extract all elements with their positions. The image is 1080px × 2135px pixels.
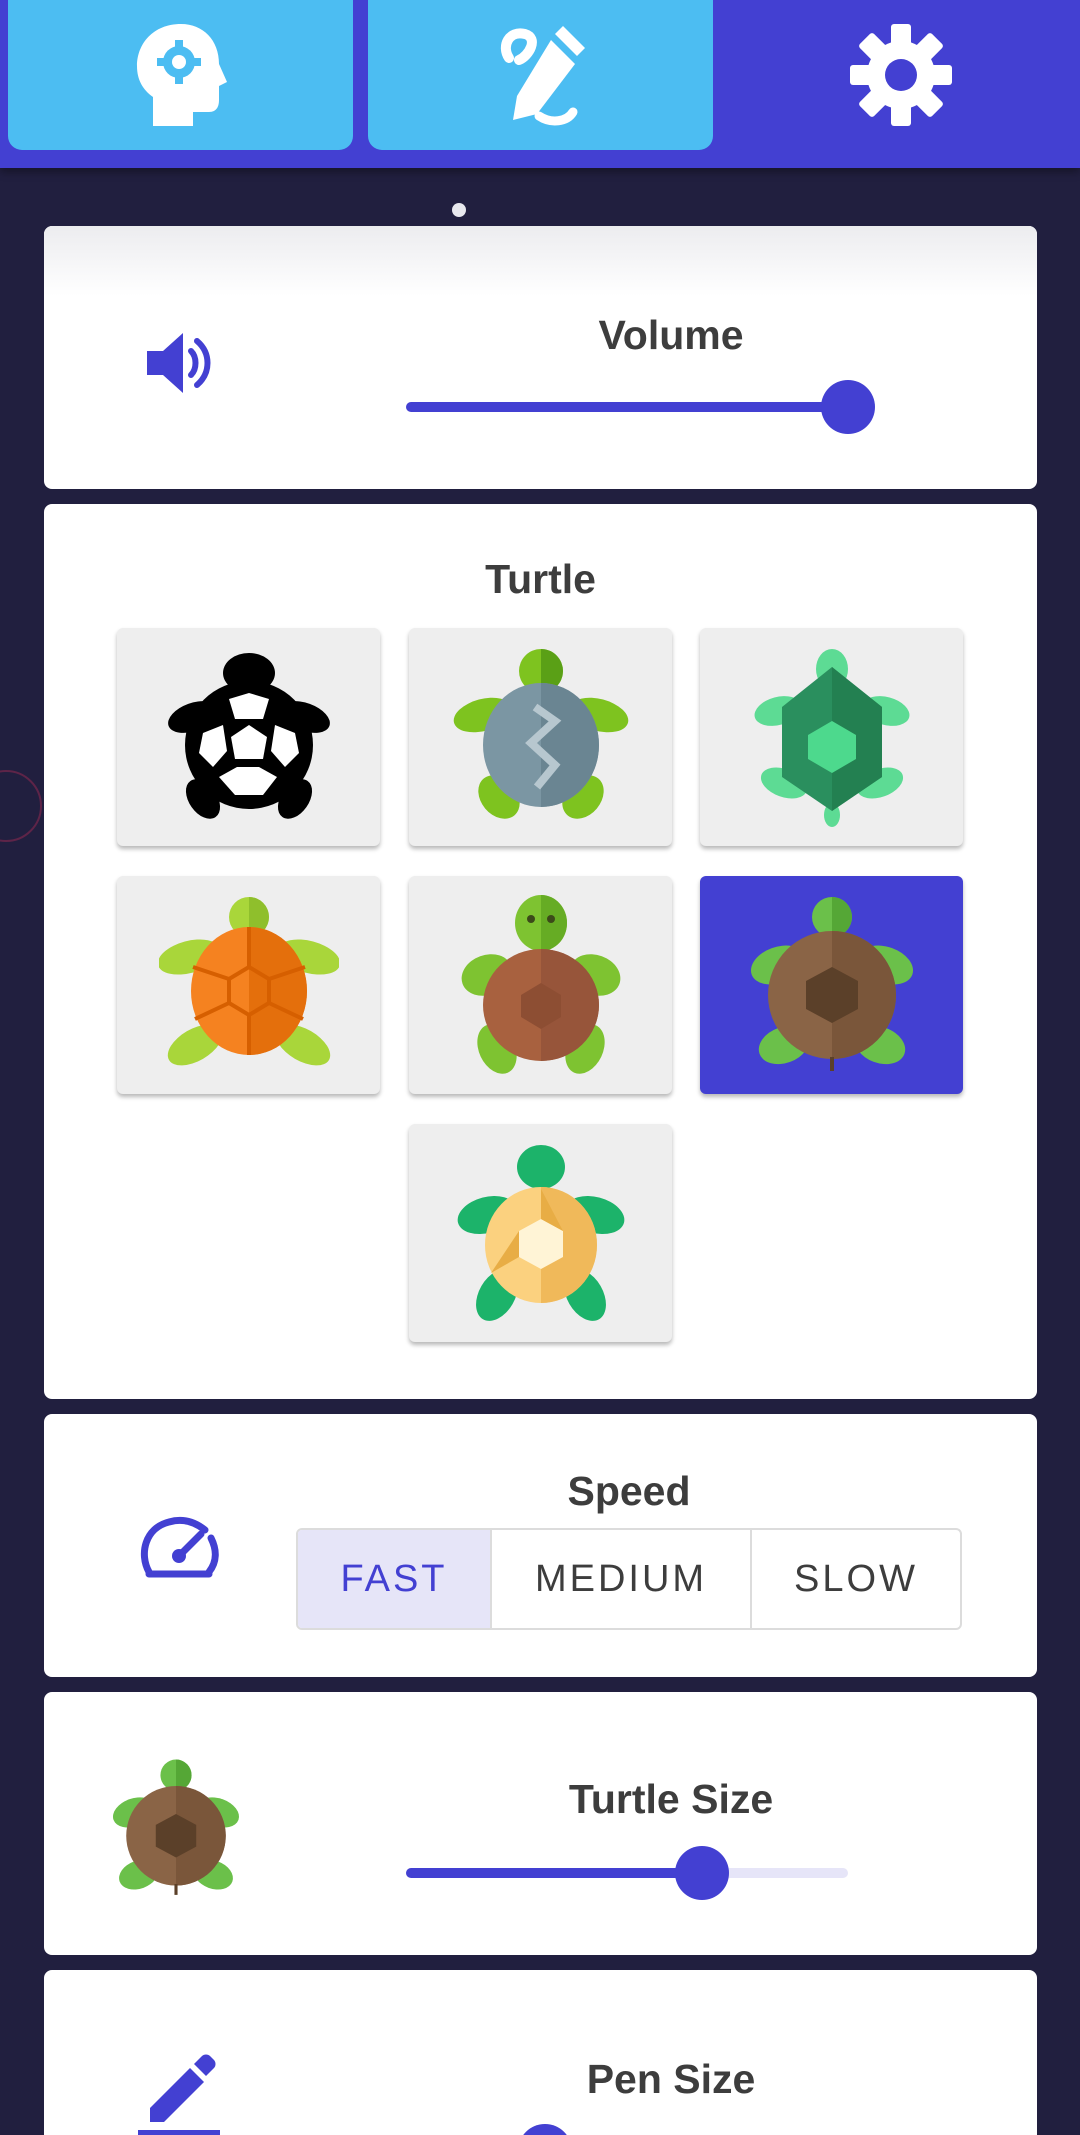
page-indicator-dot [452, 203, 466, 217]
turtle-brown-light-icon [461, 895, 620, 1074]
volume-slider[interactable] [406, 380, 875, 434]
pencil-draw-icon [500, 26, 585, 126]
volume-icon [134, 318, 224, 408]
turtle-option-yellow-shell[interactable] [409, 1124, 672, 1342]
tab-settings[interactable] [728, 0, 1073, 150]
volume-slider-fill [406, 402, 848, 412]
turtle-brown-dark-icon [750, 897, 913, 1071]
speed-title: Speed [567, 1468, 691, 1514]
tab-draw[interactable] [368, 0, 713, 150]
decorative-ring [0, 770, 42, 842]
speed-fast-button[interactable]: FAST [298, 1530, 492, 1628]
turtle-yellow-icon [457, 1145, 624, 1321]
speedometer-icon [134, 1504, 224, 1594]
turtle-green-icon [754, 649, 909, 827]
pen-size-card: Pen Size [44, 1970, 1037, 2135]
tab-mind[interactable] [8, 0, 353, 150]
turtle-size-slider-fill [406, 1868, 703, 1878]
turtle-size-title: Turtle Size [568, 1776, 774, 1822]
gear-icon [849, 24, 952, 126]
speed-segmented-control: FAST MEDIUM SLOW [296, 1528, 962, 1630]
turtle-option-brown-light[interactable] [409, 876, 672, 1094]
speed-slow-button[interactable]: SLOW [752, 1530, 960, 1628]
speed-card: Speed FAST MEDIUM SLOW [44, 1414, 1037, 1677]
top-tab-bar [0, 0, 1080, 168]
turtle-title: Turtle [485, 556, 596, 602]
turtle-option-brown-dark[interactable] [700, 876, 963, 1094]
turtle-size-slider-thumb[interactable] [675, 1846, 730, 1900]
volume-card: Volume [44, 226, 1037, 489]
pen-icon [134, 2046, 224, 2135]
turtle-option-orange-shell[interactable] [117, 876, 380, 1094]
turtle-orange-icon [158, 897, 339, 1066]
turtle-size-card: Turtle Size [44, 1692, 1037, 1955]
turtle-size-preview-icon [106, 1758, 246, 1903]
turtle-size-slider[interactable] [406, 1846, 848, 1900]
turtle-gray-icon [453, 649, 628, 819]
volume-slider-thumb[interactable] [821, 380, 875, 434]
head-gear-icon [136, 24, 227, 126]
pen-size-slider-thumb[interactable] [518, 2124, 572, 2135]
turtle-option-black-silhouette[interactable] [117, 628, 380, 846]
turtle-option-gray-shell[interactable] [409, 628, 672, 846]
speed-medium-button[interactable]: MEDIUM [492, 1530, 752, 1628]
pen-size-title: Pen Size [586, 2056, 756, 2102]
turtle-option-green-shell[interactable] [700, 628, 963, 846]
turtle-black-icon [167, 653, 330, 819]
turtle-card: Turtle [44, 504, 1037, 1399]
volume-title: Volume [598, 312, 744, 358]
